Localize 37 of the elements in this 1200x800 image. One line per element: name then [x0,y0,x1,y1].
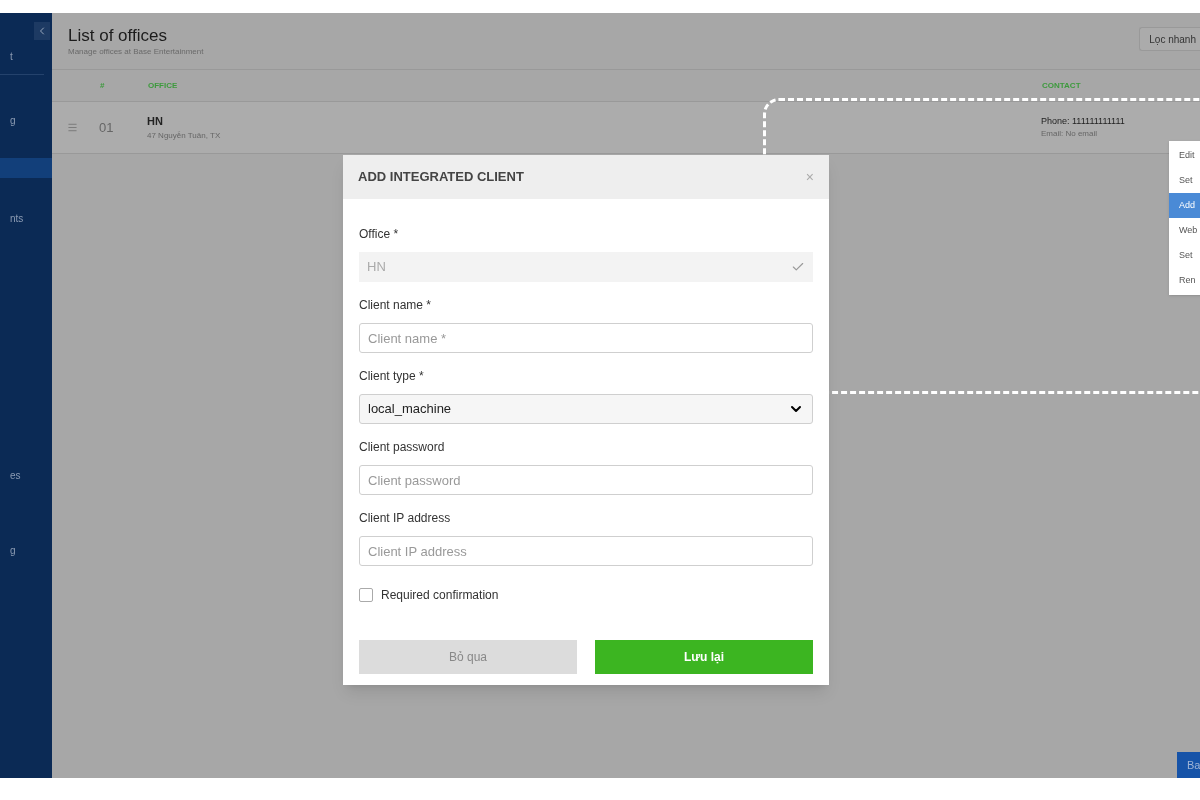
input-field[interactable]: Client name * [359,323,813,353]
column-header: OFFICE [148,79,179,92]
page-title: List of offices [68,25,168,47]
field-label: Client name * [359,297,433,314]
input-field[interactable]: Client IP address [359,536,813,566]
skip-button[interactable]: Bỏ qua [359,640,577,674]
sidebar-item[interactable]: g [0,110,52,130]
sidebar-item[interactable]: es [0,465,52,485]
office-name: HN [147,114,164,130]
field-label: Client IP address [359,510,452,527]
collapse-button[interactable] [34,22,50,40]
menu-item[interactable]: Add [1169,193,1200,218]
column-header: # [100,79,106,92]
check-icon [791,260,805,274]
menu-item[interactable]: Web [1169,218,1200,243]
dialog-title: ADD INTEGRATED CLIENT [358,168,524,187]
menu-item[interactable]: Set [1169,168,1200,193]
menu-item[interactable]: Ren [1169,268,1200,293]
sidebar-item[interactable]: g [0,540,52,560]
field-label: Client type * [359,368,425,385]
corner-button[interactable]: Ba [1177,752,1200,778]
sidebar-item[interactable]: t [0,46,52,66]
client-type-select[interactable]: local_machine [359,394,813,424]
field-label: Client password [359,439,446,456]
field-label: Office * [359,226,400,243]
save-button[interactable]: Lưu lại [595,640,813,674]
column-header: CONTACT [1042,79,1081,92]
contact-email: Email: No email [1041,128,1098,141]
menu-item[interactable]: Set [1169,243,1200,268]
contact-phone: Phone: 111111111111 [1041,114,1125,128]
row-index: 01 [99,118,115,137]
checkbox-label: Required confirmation [381,587,499,604]
checkbox[interactable] [359,588,373,602]
input-field[interactable]: Client password [359,465,813,495]
sidebar-item[interactable]: nts [0,208,52,228]
quick-filter-button[interactable]: Lọc nhanh [1139,27,1200,51]
drag-handle-icon[interactable] [67,122,78,133]
